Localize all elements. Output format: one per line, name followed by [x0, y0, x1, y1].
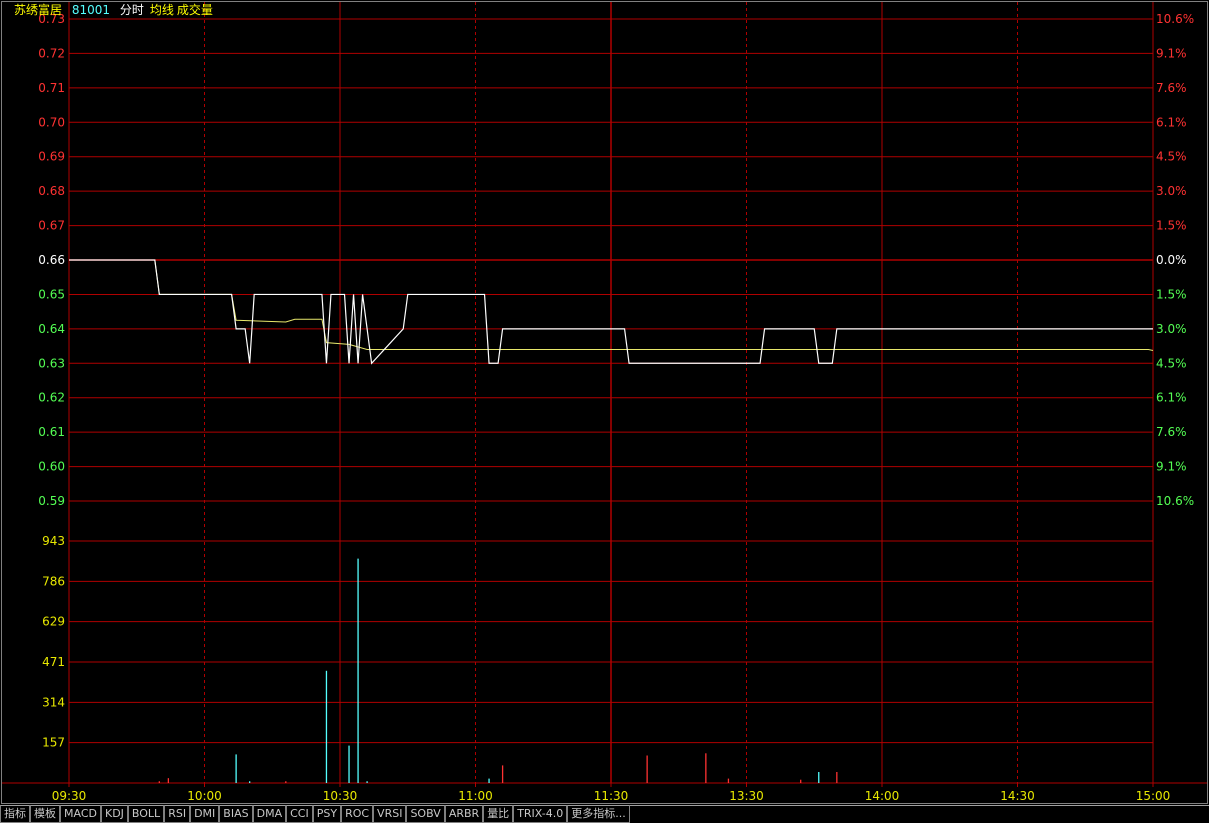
tab-dmi[interactable]: DMI: [190, 805, 220, 823]
tab-arbr[interactable]: ARBR: [444, 805, 484, 823]
price-tick-label: 0.67: [38, 219, 65, 233]
price-tick-label: 0.66: [38, 253, 65, 267]
pct-tick-label: 9.1%: [1156, 46, 1187, 60]
time-tick-label: 14:00: [865, 789, 900, 803]
price-tick-label: 0.65: [38, 287, 65, 301]
price-tick-label: 0.61: [38, 425, 65, 439]
tab-bias[interactable]: BIAS: [219, 805, 253, 823]
chart-header: 苏绣富居 81001 分时 均线 成交量: [14, 3, 219, 18]
label-volume: 成交量: [176, 3, 213, 17]
time-tick-label: 10:30: [323, 789, 358, 803]
pct-tick-label: 9.1%: [1156, 460, 1187, 474]
price-tick-label: 0.60: [38, 460, 65, 474]
price-tick-label: 0.68: [38, 184, 65, 198]
pct-tick-label: 4.5%: [1156, 356, 1187, 370]
time-tick-label: 15:00: [1136, 789, 1171, 803]
tab-trix[interactable]: TRIX-4.0: [513, 805, 568, 823]
tab-sobv[interactable]: SOBV: [406, 805, 445, 823]
tab-kdj[interactable]: KDJ: [100, 805, 128, 823]
label-timeshare: 分时: [119, 3, 144, 17]
label-average: 均线: [149, 3, 174, 17]
pct-tick-label: 3.0%: [1156, 184, 1187, 198]
price-tick-label: 0.59: [38, 494, 65, 508]
tab-template[interactable]: 模板: [30, 805, 60, 823]
pct-tick-label: 7.6%: [1156, 81, 1187, 95]
time-tick-label: 11:00: [458, 789, 493, 803]
price-tick-label: 0.69: [38, 150, 65, 164]
time-tick-label: 14:30: [1000, 789, 1035, 803]
pct-tick-label: 6.1%: [1156, 391, 1187, 405]
pct-tick-label: 10.6%: [1156, 12, 1194, 26]
tab-more-indicators[interactable]: 更多指标...: [567, 805, 630, 823]
price-tick-label: 0.62: [38, 391, 65, 405]
price-tick-label: 0.63: [38, 356, 65, 370]
volume-tick-label: 471: [42, 655, 65, 669]
price-tick-label: 0.71: [38, 81, 65, 95]
pct-tick-label: 6.1%: [1156, 115, 1187, 129]
volume-tick-label: 629: [42, 615, 65, 629]
pct-tick-label: 1.5%: [1156, 287, 1187, 301]
tab-cci[interactable]: CCI: [286, 805, 313, 823]
stock-name: 苏绣富居: [14, 3, 63, 17]
tab-psy[interactable]: PSY: [312, 805, 342, 823]
time-tick-label: 13:30: [729, 789, 764, 803]
tab-rsi[interactable]: RSI: [164, 805, 191, 823]
volume-tick-label: 157: [42, 736, 65, 750]
tab-boll[interactable]: BOLL: [127, 805, 165, 823]
tab-roc[interactable]: ROC: [341, 805, 374, 823]
pct-tick-label: 10.6%: [1156, 494, 1194, 508]
tab-dma[interactable]: DMA: [252, 805, 287, 823]
indicator-tab-bar: 指标 模板 MACD KDJ BOLL RSI DMI BIAS DMA CCI…: [0, 805, 1209, 823]
price-tick-label: 0.64: [38, 322, 65, 336]
tab-macd[interactable]: MACD: [60, 805, 101, 823]
tab-vrsi[interactable]: VRSI: [373, 805, 407, 823]
time-tick-label: 09:30: [52, 789, 87, 803]
price-tick-label: 0.72: [38, 46, 65, 60]
pct-tick-label: 0.0%: [1156, 253, 1187, 267]
pct-tick-label: 7.6%: [1156, 425, 1187, 439]
pct-tick-label: 1.5%: [1156, 219, 1187, 233]
volume-tick-label: 786: [42, 574, 65, 588]
price-tick-label: 0.70: [38, 115, 65, 129]
time-tick-label: 11:30: [594, 789, 629, 803]
stock-code: 81001: [71, 3, 111, 17]
tab-volume-ratio[interactable]: 量比: [483, 805, 514, 823]
pct-tick-label: 3.0%: [1156, 322, 1187, 336]
pct-tick-label: 4.5%: [1156, 150, 1187, 164]
tab-bar-filler: [629, 805, 1209, 823]
tab-indicator[interactable]: 指标: [0, 805, 30, 823]
volume-tick-label: 314: [42, 695, 65, 709]
intraday-chart[interactable]: 0.73 10.6%0.72 9.1%0.71 7.6%0.70 6.1%0.69 4.5…: [0, 0, 1209, 805]
time-tick-label: 10:00: [187, 789, 222, 803]
volume-tick-label: 943: [42, 534, 65, 548]
